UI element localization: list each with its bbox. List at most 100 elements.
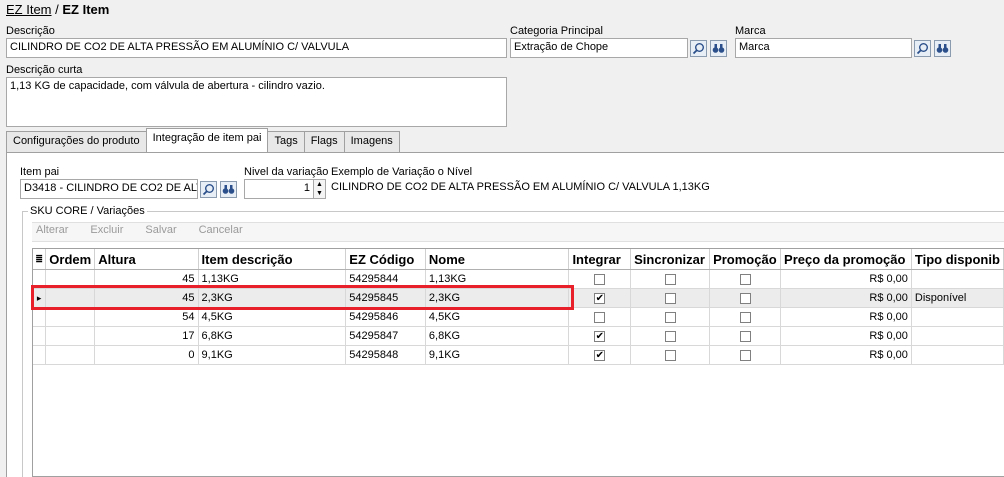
marca-search-icon[interactable] <box>914 40 931 57</box>
col-header-promocao[interactable]: Promoção <box>709 249 782 270</box>
exemplo-variacao-value: CILINDRO DE CO2 DE ALTA PRESSÃO EM ALUMÍ… <box>331 181 710 193</box>
table-row[interactable]: 17 6,8KG 54295847 6,8KG ✔ R$ 0,00 <box>33 326 1004 346</box>
cell-ordem[interactable] <box>45 345 96 365</box>
cell-promocao <box>709 345 782 365</box>
breadcrumb-current: EZ Item <box>62 2 110 17</box>
marca-input[interactable]: Marca <box>735 38 912 58</box>
cell-sincronizar <box>630 307 711 327</box>
col-header-tipo-disponibilidade[interactable]: Tipo disponib <box>911 249 1004 270</box>
tab-tags[interactable]: Tags <box>267 131 305 152</box>
cell-item-descricao[interactable]: 9,1KG <box>198 345 347 365</box>
cancelar-button[interactable]: Cancelar <box>199 224 243 236</box>
spinner-down-icon[interactable]: ▼ <box>314 189 325 198</box>
integrar-checkbox[interactable] <box>594 273 606 285</box>
descricao-curta-textarea[interactable]: 1,13 KG de capacidade, com válvula de ab… <box>6 77 507 127</box>
sku-group-label: SKU CORE / Variações <box>28 205 147 217</box>
cell-altura[interactable]: 17 <box>94 326 199 346</box>
row-indicator-cell[interactable] <box>33 345 47 365</box>
sincronizar-checkbox[interactable] <box>664 330 676 342</box>
grid-toolbar-buttons: Alterar Excluir Salvar Cancelar <box>36 224 265 236</box>
tab-imagens[interactable]: Imagens <box>343 131 400 152</box>
sincronizar-checkbox[interactable] <box>664 292 676 304</box>
cell-sincronizar <box>630 326 711 346</box>
cell-nome[interactable]: 6,8KG <box>425 326 570 346</box>
categoria-binoculars-icon[interactable] <box>710 40 727 57</box>
row-indicator-cell[interactable] <box>33 326 47 346</box>
breadcrumb-separator: / <box>51 2 63 17</box>
table-row[interactable]: 0 9,1KG 54295848 9,1KG ✔ R$ 0,00 <box>33 345 1004 365</box>
cell-preco-promocao[interactable]: R$ 0,00 <box>780 269 912 289</box>
col-header-altura[interactable]: Altura <box>94 249 199 270</box>
cell-tipo-disponibilidade[interactable] <box>911 345 1004 365</box>
promocao-checkbox[interactable] <box>739 349 751 361</box>
cell-altura[interactable]: 0 <box>94 345 199 365</box>
integrar-checkbox[interactable]: ✔ <box>594 330 606 342</box>
item-pai-binoculars-icon[interactable] <box>220 181 237 198</box>
marca-binoculars-icon[interactable] <box>934 40 951 57</box>
col-header-item-descricao[interactable]: Item descrição <box>198 249 347 270</box>
nivel-variacao-input[interactable]: 1 <box>244 179 314 199</box>
descricao-input[interactable]: CILINDRO DE CO2 DE ALTA PRESSÃO EM ALUMÍ… <box>6 38 507 58</box>
col-header-ordem[interactable]: Ordem <box>45 249 96 270</box>
row-indicator-cell[interactable] <box>33 307 47 327</box>
cell-nome[interactable]: 9,1KG <box>425 345 570 365</box>
item-pai-input[interactable]: D3418 - CILINDRO DE CO2 DE ALTA <box>20 179 198 199</box>
cell-preco-promocao[interactable]: R$ 0,00 <box>780 307 912 327</box>
col-header-nome[interactable]: Nome <box>425 249 570 270</box>
breadcrumb-parent-link[interactable]: EZ Item <box>6 2 52 17</box>
cell-ez-codigo[interactable]: 54295846 <box>345 307 426 327</box>
cell-item-descricao[interactable]: 4,5KG <box>198 307 347 327</box>
cell-integrar: ✔ <box>568 345 632 365</box>
cell-nome[interactable]: 4,5KG <box>425 307 570 327</box>
cell-item-descricao[interactable]: 6,8KG <box>198 326 347 346</box>
nivel-spinner[interactable]: ▲ ▼ <box>313 179 326 199</box>
cell-tipo-disponibilidade[interactable] <box>911 326 1004 346</box>
categoria-input[interactable]: Extração de Chope <box>510 38 688 58</box>
marca-label: Marca <box>735 25 766 37</box>
sincronizar-checkbox[interactable] <box>664 273 676 285</box>
grid-body: 45 1,13KG 54295844 1,13KG R$ 0,00 ▸ 45 2,3KG 542… <box>33 269 1004 365</box>
sincronizar-checkbox[interactable] <box>664 349 676 361</box>
cell-ordem[interactable] <box>45 326 96 346</box>
tab-flags[interactable]: Flags <box>303 131 345 152</box>
categoria-search-icon[interactable] <box>690 40 707 57</box>
cell-ez-codigo[interactable]: 54295847 <box>345 326 426 346</box>
col-header-preco-promocao[interactable]: Preço da promoção <box>780 249 912 270</box>
table-row[interactable]: 54 4,5KG 54295846 4,5KG R$ 0,00 <box>33 307 1004 327</box>
promocao-checkbox[interactable] <box>739 292 751 304</box>
cell-preco-promocao[interactable]: R$ 0,00 <box>780 288 912 308</box>
integrar-checkbox[interactable]: ✔ <box>594 349 606 361</box>
excluir-button[interactable]: Excluir <box>90 224 123 236</box>
integrar-checkbox[interactable]: ✔ <box>594 292 606 304</box>
sincronizar-checkbox[interactable] <box>664 311 676 323</box>
salvar-button[interactable]: Salvar <box>145 224 176 236</box>
cell-preco-promocao[interactable]: R$ 0,00 <box>780 345 912 365</box>
cell-sincronizar <box>630 269 711 289</box>
item-pai-search-icon[interactable] <box>200 181 217 198</box>
promocao-checkbox[interactable] <box>739 330 751 342</box>
cell-preco-promocao[interactable]: R$ 0,00 <box>780 326 912 346</box>
grid-menu-icon[interactable]: ≣ <box>33 249 47 270</box>
cell-tipo-disponibilidade[interactable] <box>911 307 1004 327</box>
spinner-up-icon[interactable]: ▲ <box>314 180 325 189</box>
cell-altura[interactable]: 54 <box>94 307 199 327</box>
tab-integracao-item-pai[interactable]: Integração de item pai <box>145 128 269 152</box>
tab-configuracoes[interactable]: Configurações do produto <box>6 131 147 152</box>
categoria-label: Categoria Principal <box>510 25 603 37</box>
cell-ez-codigo[interactable]: 54295848 <box>345 345 426 365</box>
tab-bar: Configurações do produto Integração de i… <box>6 128 400 152</box>
col-header-integrar[interactable]: Integrar <box>568 249 632 270</box>
highlight-box <box>31 285 574 310</box>
sku-variations-grid: ≣ Ordem Altura Item descrição EZ Código … <box>32 248 1004 477</box>
integrar-checkbox[interactable] <box>594 311 606 323</box>
cell-tipo-disponibilidade[interactable] <box>911 269 1004 289</box>
col-header-ez-codigo[interactable]: EZ Código <box>345 249 426 270</box>
cell-sincronizar <box>630 345 711 365</box>
descricao-label: Descrição <box>6 25 55 37</box>
alterar-button[interactable]: Alterar <box>36 224 68 236</box>
promocao-checkbox[interactable] <box>739 273 751 285</box>
cell-ordem[interactable] <box>45 307 96 327</box>
promocao-checkbox[interactable] <box>739 311 751 323</box>
cell-tipo-disponibilidade[interactable]: Disponível <box>911 288 1004 308</box>
col-header-sincronizar[interactable]: Sincronizar <box>630 249 711 270</box>
